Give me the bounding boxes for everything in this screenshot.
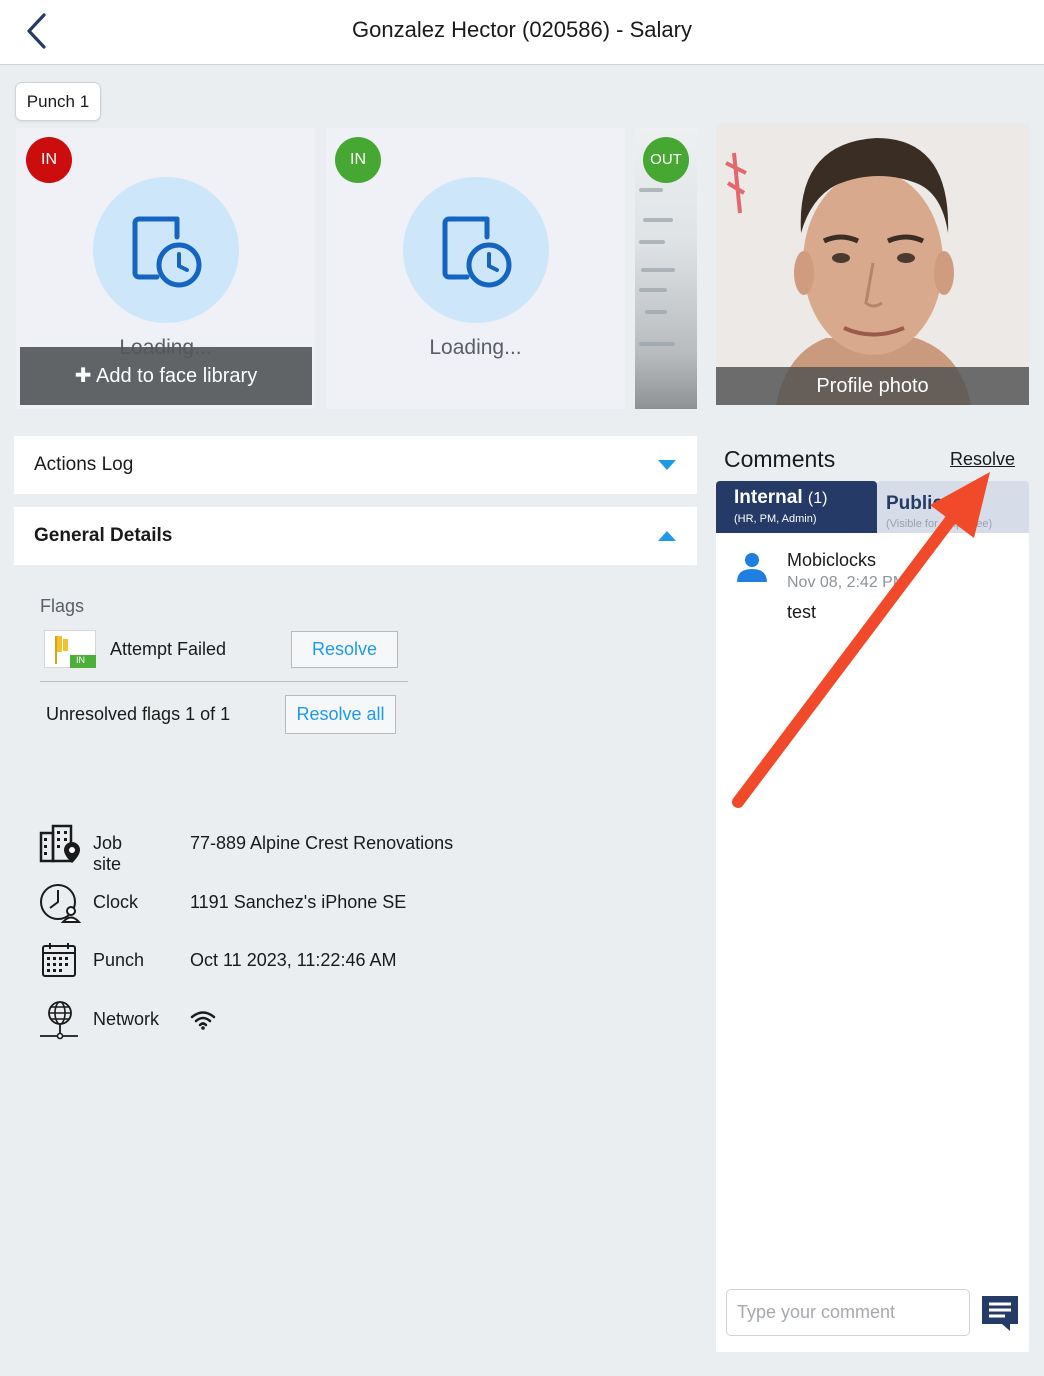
punch-card-in-1: IN Loading... ✚ Add to face library — [16, 128, 315, 409]
wifi-icon — [190, 1011, 216, 1030]
loading-circle — [403, 177, 549, 323]
unresolved-flags-count: Unresolved flags 1 of 1 — [46, 704, 231, 724]
flag-label: Attempt Failed — [110, 639, 227, 659]
network-value — [190, 1009, 216, 1036]
comments-title: Comments — [724, 446, 836, 472]
page-title: Gonzalez Hector (020586) - Salary — [352, 17, 692, 42]
add-to-face-library-button[interactable]: ✚ Add to face library — [20, 347, 312, 405]
actions-log-section[interactable]: Actions Log — [14, 436, 697, 494]
out-badge: OUT — [643, 137, 689, 183]
punch-value: Oct 11 2023, 11:22:46 AM — [190, 950, 397, 970]
caret-down-icon — [658, 460, 676, 470]
comment-author: Mobiclocks — [787, 550, 877, 570]
clock-label: Clock — [93, 892, 139, 912]
punch-label: Punch — [93, 950, 145, 970]
flag-in-label: IN — [76, 655, 85, 665]
clock-document-icon — [132, 216, 202, 288]
comments-panel: Comments Resolve Internal (1) (HR, PM, A… — [716, 436, 1029, 1352]
actions-log-title: Actions Log — [34, 454, 134, 475]
in-badge: IN — [26, 137, 72, 183]
caret-up-icon — [658, 531, 676, 541]
send-comment-button[interactable] — [980, 1294, 1020, 1332]
clock-user-icon — [40, 884, 82, 923]
globe-network-icon — [40, 1001, 78, 1040]
resolve-all-button[interactable]: Resolve all — [285, 695, 396, 734]
comments-list: Mobiclocks Nov 08, 2:42 PM test — [716, 533, 1029, 1352]
user-avatar-icon — [737, 553, 767, 582]
tab-internal-sub: (HR, PM, Admin) — [734, 513, 817, 525]
punch-card-out[interactable]: OUT — [635, 128, 697, 409]
flag-resolve-button[interactable]: Resolve — [291, 631, 398, 668]
tab-internal-count: (1) — [807, 490, 828, 507]
comment-send-icon — [982, 1296, 1018, 1331]
comment-date: Nov 08, 2:42 PM — [787, 574, 907, 591]
general-details-title: General Details — [34, 525, 173, 546]
flags-title: Flags — [40, 596, 85, 616]
comment-input[interactable] — [726, 1289, 970, 1336]
tab-public-label: Public — [886, 493, 944, 514]
punch-card-in-2: IN Loading... — [326, 128, 625, 409]
profile-photo[interactable]: Profile photo — [716, 123, 1029, 405]
clock-value: 1191 Sanchez's iPhone SE — [190, 892, 407, 912]
network-label: Network — [93, 1009, 160, 1029]
general-details-section[interactable]: General Details — [14, 507, 697, 565]
add-face-label: Add to face library — [96, 365, 258, 387]
flags-divider — [40, 681, 408, 682]
profile-photo-caption: Profile photo — [716, 367, 1029, 405]
top-bar: Gonzalez Hector (020586) - Salary — [0, 0, 1044, 65]
building-location-icon — [39, 824, 80, 863]
in-badge: IN — [335, 137, 381, 183]
punch-tab[interactable]: Punch 1 — [15, 82, 101, 121]
tab-internal-label: Internal — [734, 487, 803, 508]
comments-resolve-link[interactable]: Resolve — [950, 449, 1015, 470]
loading-text: Loading... — [429, 336, 522, 359]
calendar-icon — [42, 943, 76, 977]
loading-circle — [93, 177, 239, 323]
job-site-value: 77-889 Alpine Crest Renovations — [190, 833, 454, 853]
job-site-label: Job site — [93, 833, 123, 874]
comments-header: Comments Resolve — [716, 436, 1029, 484]
comment-text: test — [787, 602, 817, 622]
flag-icon: IN — [44, 630, 96, 668]
tab-public-sub: (Visible for employee) — [886, 518, 993, 530]
tab-internal[interactable]: Internal (1) (HR, PM, Admin) — [716, 481, 877, 533]
clock-document-icon — [442, 216, 512, 288]
plus-icon: ✚ — [74, 365, 96, 387]
tab-public[interactable]: Public (Visible for employee) — [877, 481, 1029, 533]
profile-face-image — [716, 123, 1029, 405]
